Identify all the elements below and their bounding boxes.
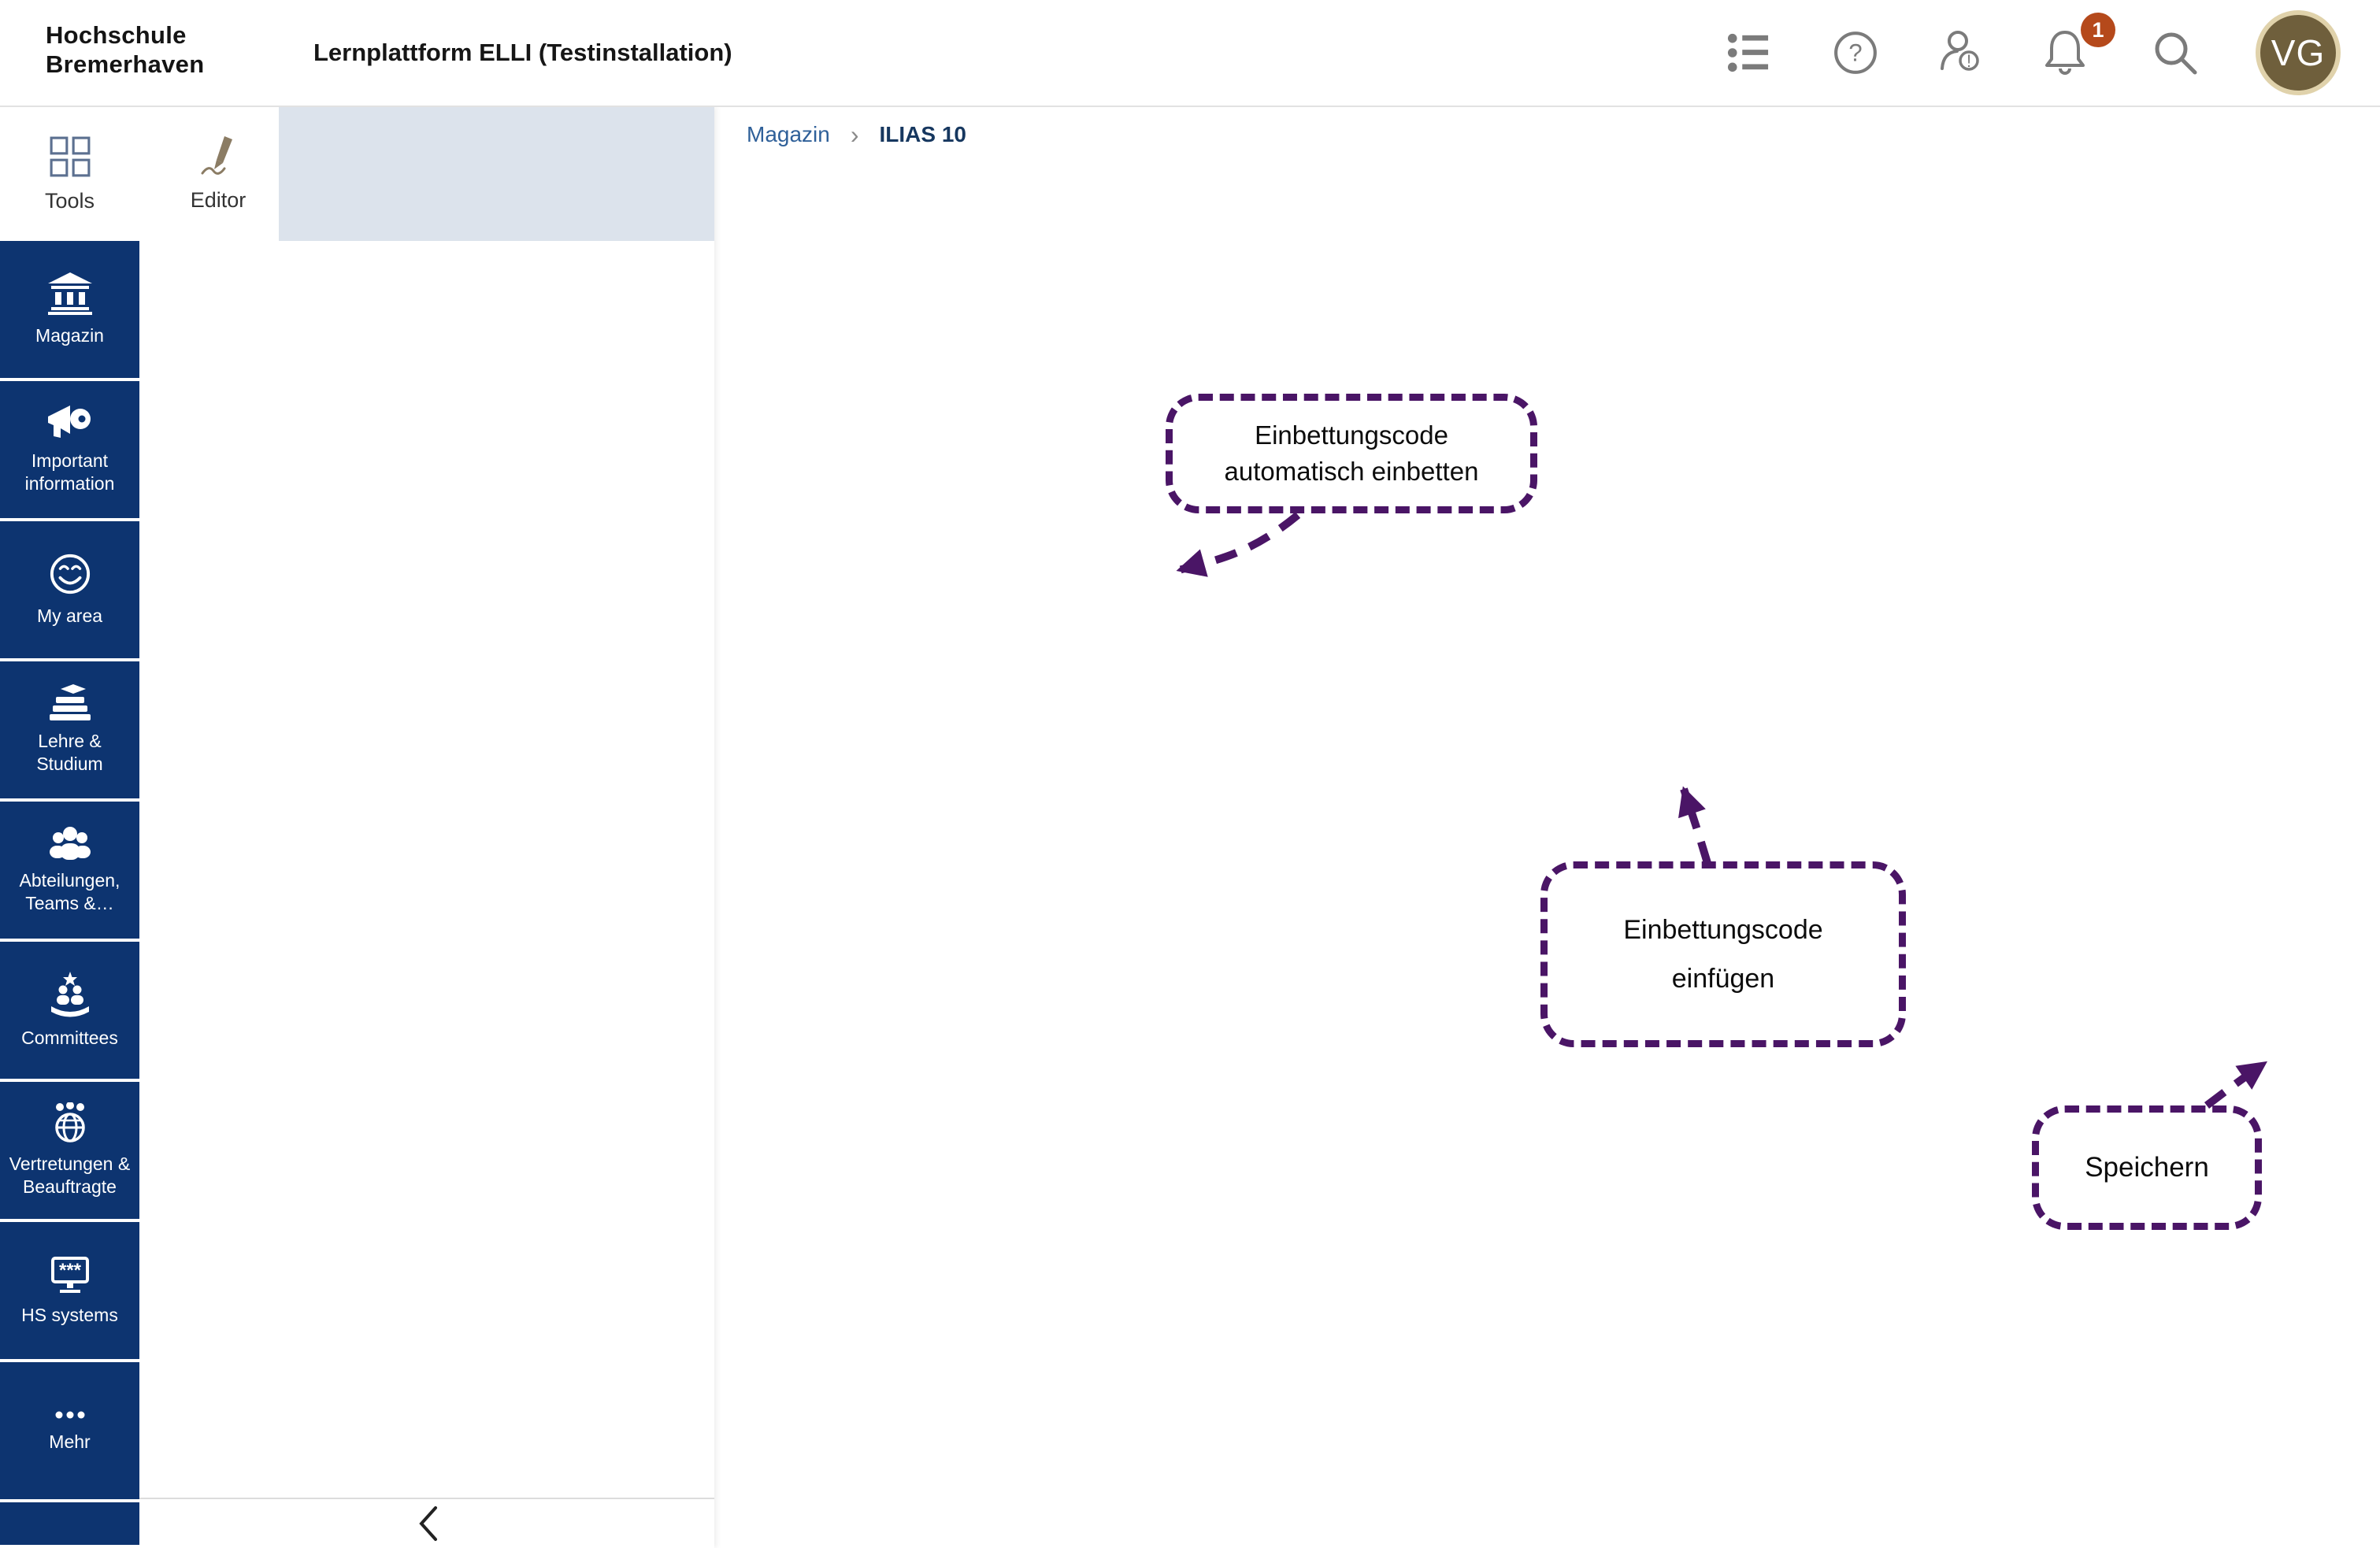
sidebar-item-vertretungen[interactable]: Vertretungen & Beauftragte xyxy=(0,1082,139,1219)
callout-auto-embed: Einbettungscode automatisch einbetten xyxy=(1166,394,1537,513)
chevron-left-icon xyxy=(415,1505,439,1542)
sidebar-item-hs-systems[interactable]: *** HS systems xyxy=(0,1222,139,1359)
editor-pen-icon xyxy=(198,136,239,177)
smiley-icon xyxy=(49,553,91,595)
breadcrumb-magazin[interactable]: Magazin xyxy=(747,122,830,147)
sidebar-item-label: HS systems xyxy=(21,1304,118,1327)
megaphone-icon xyxy=(48,404,92,440)
sidebar-item-important-information[interactable]: Important information xyxy=(0,381,139,518)
monitor-icon: *** xyxy=(48,1255,92,1294)
sidebar-item-label: Editor xyxy=(191,188,247,213)
bank-icon xyxy=(48,272,92,315)
svg-text:?: ? xyxy=(1848,39,1862,66)
sidebar-item-my-area[interactable]: My area xyxy=(0,521,139,658)
user-alert-icon: ! xyxy=(1936,28,1986,78)
user-status-button[interactable]: ! xyxy=(1933,0,1989,106)
sidebar-item-label: Committees xyxy=(21,1027,118,1050)
collapse-panel-button[interactable] xyxy=(139,1498,714,1548)
bullet-list-icon xyxy=(1727,31,1770,74)
sidebar-item-label: Abteilungen, Teams &… xyxy=(3,869,136,915)
slate-area xyxy=(279,107,714,241)
main-content xyxy=(714,107,2380,1548)
sidebar-nav: Magazin Important information My area xyxy=(0,241,139,1545)
callout-paste-code: Einbettungscode einfügen xyxy=(1540,861,1906,1047)
search-icon xyxy=(2151,28,2200,77)
sidebar-item-abteilungen-teams[interactable]: Abteilungen, Teams &… xyxy=(0,802,139,939)
top-header: Hochschule Bremerhaven Lernplattform ELL… xyxy=(0,0,2380,107)
sidebar-item-lehre-studium[interactable]: Lehre & Studium xyxy=(0,661,139,798)
sidebar-stub xyxy=(0,1502,139,1545)
ellipsis-icon xyxy=(48,1409,92,1421)
breadcrumb: Magazin › ILIAS 10 xyxy=(747,118,966,151)
avatar[interactable]: VG xyxy=(2256,10,2341,95)
help-button[interactable]: ? xyxy=(1829,0,1882,106)
sidebar-item-mehr[interactable]: Mehr xyxy=(0,1362,139,1499)
sidebar-item-committees[interactable]: Committees xyxy=(0,942,139,1079)
notifications-button[interactable] xyxy=(2038,0,2092,106)
help-icon: ? xyxy=(1833,30,1878,76)
callout-save: Speichern xyxy=(2032,1105,2262,1230)
books-icon xyxy=(48,684,92,720)
sidebar-item-editor[interactable]: Editor xyxy=(163,123,273,225)
sidebar-item-label: Magazin xyxy=(35,324,104,347)
logo-line2: Bremerhaven xyxy=(46,50,204,79)
sidebar-item-label: Vertretungen & Beauftragte xyxy=(3,1153,136,1198)
sidebar-item-magazin[interactable]: Magazin xyxy=(0,241,139,378)
people-group-icon xyxy=(48,825,92,860)
sidebar-item-label: Tools xyxy=(45,189,95,213)
platform-title: Lernplattform ELLI (Testinstallation) xyxy=(313,0,732,106)
todo-list-icon[interactable] xyxy=(1722,0,1775,106)
editor-panel: Editor xyxy=(139,107,714,1548)
svg-text:***: *** xyxy=(58,1260,81,1281)
notification-badge: 1 xyxy=(2081,13,2115,47)
logo-line1: Hochschule xyxy=(46,20,204,50)
svg-text:!: ! xyxy=(1967,51,1971,71)
sidebar-item-label: Lehre & Studium xyxy=(3,730,136,776)
breadcrumb-current: ILIAS 10 xyxy=(880,122,966,147)
ilias-page: Hochschule Bremerhaven Lernplattform ELL… xyxy=(0,0,2380,1548)
sidebar-item-tools[interactable]: Tools xyxy=(0,107,139,241)
search-button[interactable] xyxy=(2147,0,2204,106)
globe-people-icon xyxy=(48,1102,92,1143)
sidebar-item-label: Important information xyxy=(3,450,136,495)
main-sidebar: Tools Magazin xyxy=(0,107,139,1548)
sidebar-item-label: My area xyxy=(37,605,102,628)
tools-grid-icon xyxy=(49,135,91,178)
committee-icon xyxy=(48,972,92,1017)
sidebar-item-label: Mehr xyxy=(49,1431,90,1454)
university-logo[interactable]: Hochschule Bremerhaven xyxy=(46,20,204,79)
chevron-right-icon: › xyxy=(851,120,859,150)
